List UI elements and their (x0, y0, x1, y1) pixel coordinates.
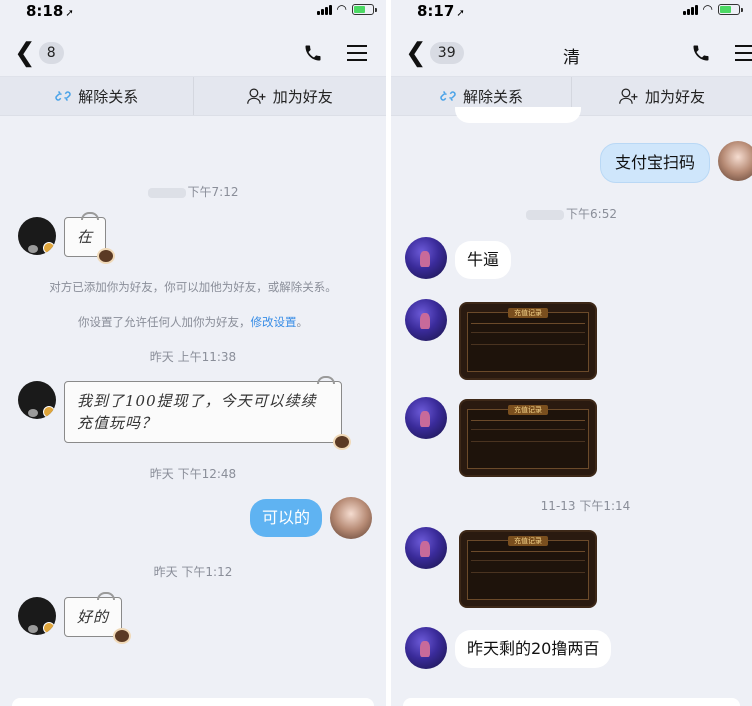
message-bubble[interactable]: 我到了100提现了，今天可以续续充值玩吗？ (64, 376, 351, 450)
back-chevron-icon: ❮ (14, 38, 36, 68)
message-bubble[interactable]: 牛逼 (455, 241, 512, 279)
add-friend-button[interactable]: 加为好友 (192, 77, 387, 115)
nav-bar: ❮ 39 清 (391, 30, 752, 76)
location-arrow-icon: ➚ (65, 8, 74, 19)
status-bar: 8:18 ➚ ◠ (0, 0, 386, 24)
unread-count-badge: 8 (38, 42, 64, 64)
relationship-action-bar: 解除关系 加为好友 (0, 76, 386, 116)
timestamp: 11-13 下午1:14 (540, 499, 631, 513)
timestamp: 昨天 上午11:38 (149, 350, 237, 364)
input-bar[interactable] (12, 698, 374, 706)
bear-sticker-icon (97, 248, 116, 264)
status-bar: 8:17 ➚ ◠ (391, 0, 752, 24)
unfriend-label: 解除关系 (462, 87, 523, 106)
add-friend-label: 加为好友 (644, 87, 705, 106)
timestamp: 昨天 下午12:48 (149, 467, 237, 481)
right-chat-screen: 8:17 ➚ ◠ ❮ 39 清 解除关系 加为好友 支付宝扫码 下午6:52 牛… (391, 0, 752, 706)
wifi-icon: ◠ (702, 2, 713, 16)
partial-message-bubble[interactable] (455, 107, 581, 123)
unfriend-button[interactable]: 解除关系 (0, 77, 193, 115)
input-bar[interactable] (403, 698, 740, 706)
avatar[interactable] (405, 527, 447, 569)
status-time: 8:18 ➚ (26, 2, 74, 20)
image-message[interactable]: 充值记录 (459, 302, 597, 380)
back-button[interactable]: ❮ 8 (14, 40, 64, 66)
battery-icon (718, 3, 743, 15)
bear-sticker-icon (333, 434, 351, 450)
location-arrow-icon: ➚ (456, 8, 465, 19)
status-time: 8:17 ➚ (417, 2, 465, 20)
message-bubble[interactable]: 支付宝扫码 (599, 143, 710, 183)
timestamp: 昨天 下午1:12 (153, 565, 233, 579)
timestamp: 下午7:12 (0, 183, 386, 200)
wifi-icon: ◠ (336, 2, 347, 16)
avatar[interactable] (405, 237, 447, 279)
signal-icon (682, 4, 698, 15)
avatar[interactable] (18, 597, 56, 635)
battery-icon (352, 3, 377, 15)
unlink-icon (440, 90, 456, 102)
system-notice: 你设置了允许任何人加你为好友，修改设置。 (78, 315, 308, 329)
left-chat-screen: 8:18 ➚ ◠ ❮ 8 解除关系 加为好友 下午7:12 在 对方已添加你为好… (0, 0, 386, 706)
signal-icon (316, 4, 332, 15)
modify-settings-link[interactable]: 修改设置 (251, 315, 297, 329)
message-bubble[interactable]: 好的 (64, 592, 132, 644)
phone-icon[interactable] (690, 42, 712, 64)
image-message[interactable]: 充值记录 (459, 530, 597, 608)
message-list: 支付宝扫码 下午6:52 牛逼 充值记录 充值记录 11-13 下午1:14 充… (391, 107, 752, 706)
message-bubble[interactable]: 在 (64, 212, 116, 264)
image-message[interactable]: 充值记录 (459, 399, 597, 477)
menu-icon[interactable] (734, 42, 752, 64)
avatar[interactable] (18, 217, 56, 255)
phone-icon[interactable] (302, 42, 324, 64)
add-friend-icon (246, 88, 266, 104)
system-notice: 对方已添加你为好友，你可以加他为好友，或解除关系。 (49, 280, 337, 294)
nav-bar: ❮ 8 (0, 30, 386, 76)
message-bubble[interactable]: 昨天剩的20撸两百 (455, 630, 612, 668)
avatar[interactable] (18, 381, 56, 419)
avatar[interactable] (405, 627, 447, 669)
message-bubble[interactable]: 可以的 (249, 499, 322, 537)
avatar[interactable] (330, 497, 372, 539)
avatar[interactable] (405, 299, 447, 341)
add-friend-icon (619, 88, 638, 104)
avatar[interactable] (718, 141, 752, 181)
add-friend-button[interactable]: 加为好友 (571, 77, 752, 115)
menu-icon[interactable] (346, 42, 368, 64)
unfriend-label: 解除关系 (78, 87, 139, 106)
add-friend-label: 加为好友 (272, 87, 333, 106)
unlink-icon (55, 90, 71, 102)
bear-sticker-icon (113, 628, 132, 644)
avatar[interactable] (405, 397, 447, 439)
timestamp: 下午6:52 (391, 205, 752, 222)
message-list: 下午7:12 在 对方已添加你为好友，你可以加他为好友，或解除关系。 你设置了允… (0, 117, 386, 706)
